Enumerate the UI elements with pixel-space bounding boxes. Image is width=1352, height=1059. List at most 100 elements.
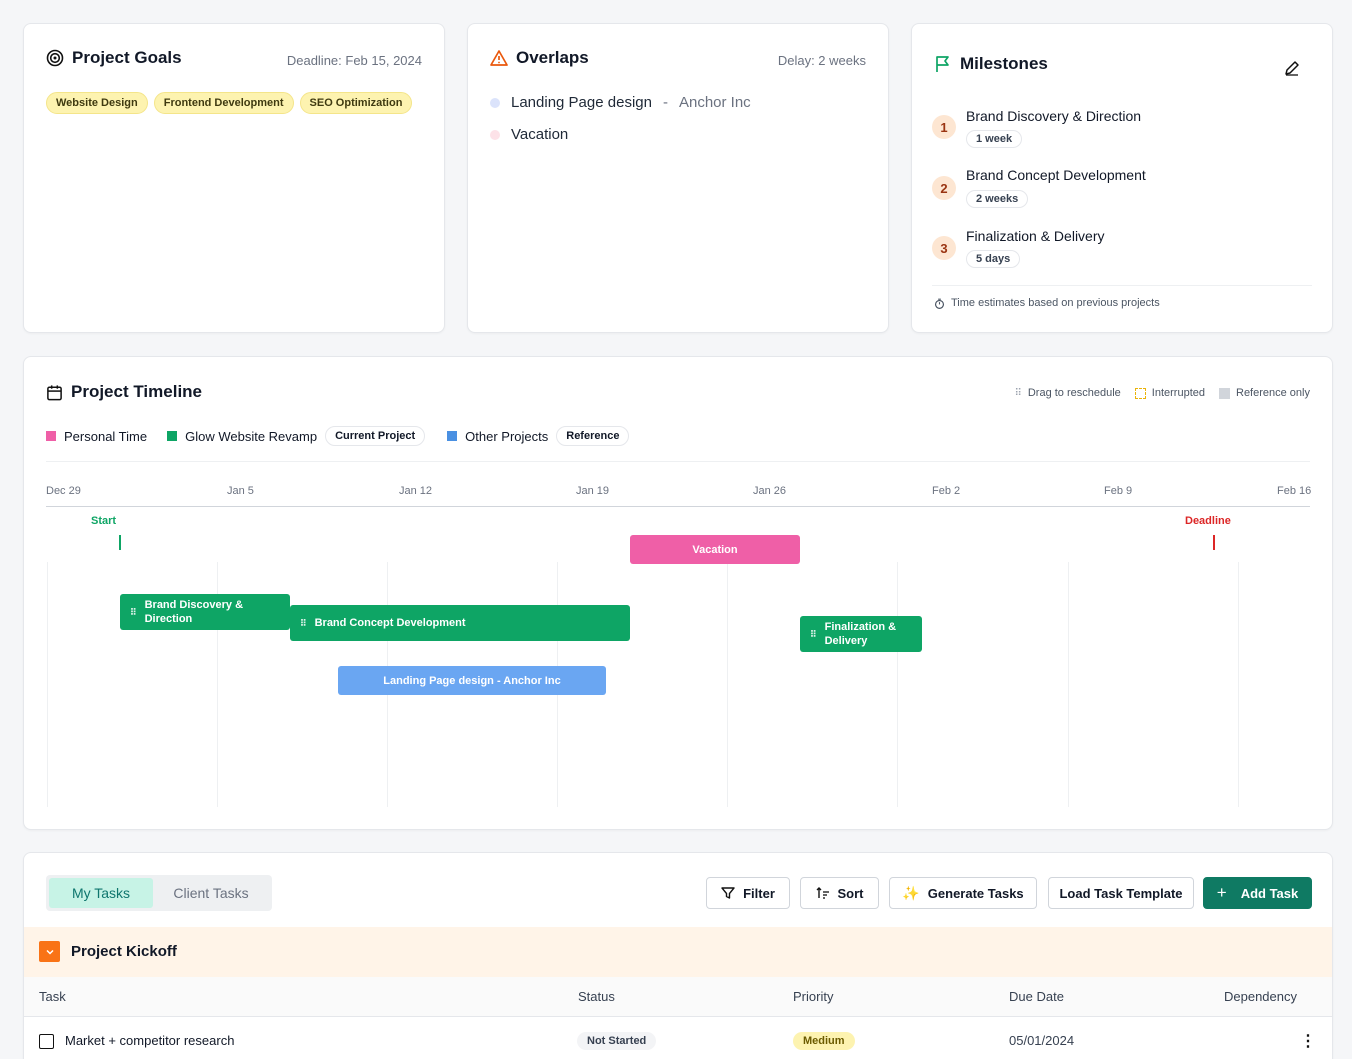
overlap-name: Landing Page design (511, 94, 652, 111)
current-project-pill: Current Project (325, 426, 426, 446)
milestone-duration: 5 days (966, 250, 1021, 268)
task-group-header: Project Kickoff (24, 927, 1332, 977)
project-goals-title: Project Goals (72, 48, 182, 67)
overlap-dot (490, 129, 500, 140)
filter-icon (721, 887, 735, 899)
concept-bar-label: Brand Concept Development (314, 617, 466, 629)
date-tick: Jan 26 (753, 485, 787, 497)
sort-icon (816, 887, 829, 899)
legend-personal: Personal Time (64, 428, 148, 444)
due-date: 05/01/2024 (1009, 1033, 1075, 1048)
milestone-title: Brand Concept Development (966, 167, 1146, 183)
milestone-number: 1 (932, 115, 956, 139)
legend-swatch-glow (167, 431, 178, 441)
start-marker-line (119, 535, 121, 550)
timeline-title: Project Timeline (71, 382, 203, 401)
milestones-card: Milestones 1 Brand Discovery & Direction… (911, 23, 1333, 333)
load-template-button[interactable]: Load Task Template (1048, 877, 1194, 909)
generate-tasks-button[interactable]: ✨ Generate Tasks (889, 877, 1037, 909)
divider (932, 285, 1312, 286)
deadline-marker-label: Deadline (1185, 515, 1231, 527)
legend-swatch-personal (46, 431, 56, 441)
grid-line (47, 562, 48, 807)
milestone-number: 2 (932, 176, 956, 200)
reference-pill: Reference (556, 426, 630, 446)
legend-other: Other Projects (465, 428, 549, 444)
date-tick: Feb 16 (1277, 485, 1312, 497)
collapse-toggle[interactable] (39, 941, 60, 962)
column-header-due-date: Due Date (1009, 989, 1064, 1004)
sort-button[interactable]: Sort (800, 877, 879, 909)
interrupted-icon (1134, 387, 1146, 399)
timeline-header: Project Timeline (46, 382, 202, 402)
tasks-card: My Tasks Client Tasks Filter Sort ✨ Gene… (23, 852, 1333, 1059)
goal-tag: SEO Optimization (299, 92, 413, 114)
edit-icon[interactable] (1284, 60, 1300, 76)
overlaps-header: Overlaps (490, 48, 589, 68)
hint-interrupted: Interrupted (1151, 387, 1205, 399)
timeline-legend: Personal Time Glow Website Revamp Curren… (46, 426, 630, 446)
tab-client-tasks[interactable]: Client Tasks (153, 878, 269, 908)
column-header-priority: Priority (793, 989, 834, 1004)
more-options-icon[interactable]: ⋮ (1300, 1031, 1316, 1051)
goal-tag: Frontend Development (153, 92, 294, 114)
tab-my-tasks[interactable]: My Tasks (49, 878, 153, 908)
sparkle-icon: ✨ (902, 884, 920, 901)
drag-handle-icon[interactable]: ⠿ (130, 605, 137, 619)
table-header (24, 977, 1332, 1017)
stopwatch-icon (934, 298, 945, 309)
milestones-header: Milestones (934, 54, 1048, 74)
grid-line (1068, 562, 1069, 807)
discovery-bar[interactable]: ⠿ Brand Discovery & Direction (120, 594, 290, 630)
landing-page-bar-label: Landing Page design - Anchor Inc (383, 674, 561, 687)
overlap-item: Vacation (490, 126, 568, 143)
add-task-label: Add Task (1240, 885, 1299, 901)
column-header-task: Task (39, 989, 66, 1004)
timeline-hints: ⠿ Drag to reschedule Interrupted Referen… (1015, 387, 1310, 399)
vacation-bar[interactable]: Vacation (630, 535, 800, 564)
goal-tags: Website Design Frontend Development SEO Op… (46, 92, 418, 114)
landing-page-bar: Landing Page design - Anchor Inc (338, 666, 606, 695)
date-tick: Feb 2 (932, 485, 961, 497)
drag-handle-icon[interactable]: ⠿ (300, 616, 307, 630)
overlap-separator: - (662, 94, 668, 111)
project-goals-card: Project Goals Deadline: Feb 15, 2024 Web… (23, 23, 445, 333)
deadline-marker-line (1213, 535, 1215, 550)
status-badge[interactable]: Not Started (577, 1032, 657, 1050)
milestone-title: Finalization & Delivery (966, 228, 1105, 244)
flag-icon (936, 56, 949, 72)
concept-bar[interactable]: ⠿ Brand Concept Development (290, 605, 630, 641)
priority-badge[interactable]: Medium (793, 1032, 855, 1050)
task-tabs: My Tasks Client Tasks (46, 875, 272, 911)
drag-handle-icon[interactable]: ⠿ (810, 627, 817, 641)
milestone-title: Brand Discovery & Direction (966, 108, 1142, 124)
warning-icon (490, 50, 508, 66)
finalization-bar[interactable]: ⠿ Finalization & Delivery (800, 616, 922, 652)
overlap-client: Anchor Inc (678, 94, 751, 111)
grid-line (1238, 562, 1239, 807)
grid-line (727, 562, 728, 807)
filter-button[interactable]: Filter (706, 877, 790, 909)
hint-reference: Reference only (1236, 387, 1310, 399)
milestones-title: Milestones (960, 54, 1048, 73)
start-marker-label: Start (91, 515, 117, 527)
date-tick: Jan 19 (576, 485, 610, 497)
plus-icon: + (1216, 883, 1227, 902)
project-goals-header: Project Goals (46, 48, 182, 68)
add-task-button[interactable]: + Add Task (1203, 877, 1312, 909)
overlap-item: Landing Page design - Anchor Inc (490, 94, 751, 111)
table-row: Market + competitor research Not Started… (24, 1018, 1332, 1059)
date-tick: Jan 12 (399, 485, 433, 497)
project-timeline-card: Project Timeline ⠿ Drag to reschedule In… (23, 356, 1333, 830)
drag-handle-icon: ⠿ (1014, 387, 1022, 399)
finalization-bar-label: Finalization & Delivery (824, 621, 897, 647)
hint-drag: Drag to reschedule (1027, 387, 1121, 399)
overlap-dot (490, 97, 500, 108)
legend-swatch-other (447, 431, 458, 441)
column-header-dependency: Dependency (1224, 989, 1297, 1004)
milestones-note: Time estimates based on previous project… (934, 297, 1160, 309)
delay-text: Delay: 2 weeks (777, 53, 866, 68)
date-tick: Feb 9 (1104, 485, 1133, 497)
vacation-bar-label: Vacation (692, 543, 738, 556)
task-checkbox[interactable] (39, 1034, 54, 1049)
